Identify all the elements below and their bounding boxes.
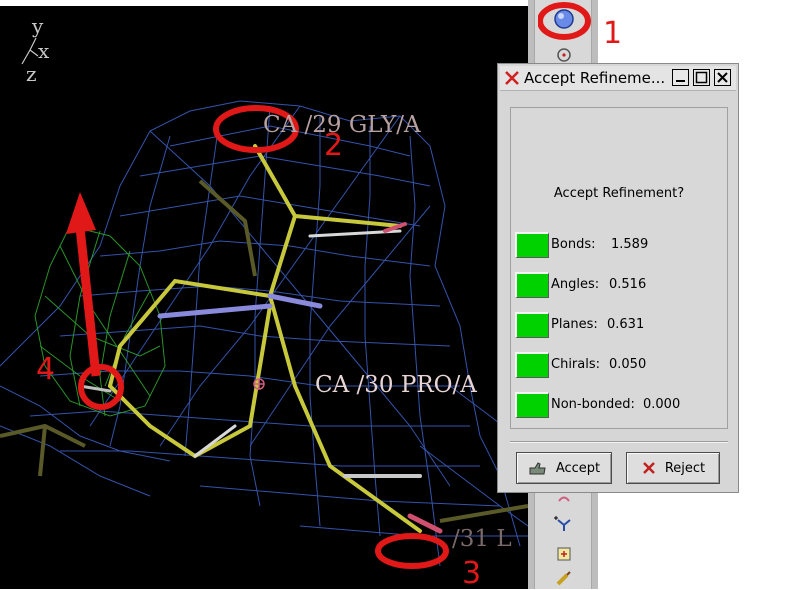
chirals-value: 0.050 (609, 357, 647, 372)
add-atom-tool[interactable] (553, 513, 575, 535)
app-x-icon (505, 71, 519, 85)
axis-y-label: y (32, 14, 44, 38)
angles-value: 0.516 (609, 277, 647, 292)
paint-tool[interactable] (553, 568, 575, 590)
non-bonded-value: 0.000 (643, 397, 681, 412)
residue-sticks (78, 144, 443, 534)
square-plus-icon (557, 547, 571, 561)
maximize-button[interactable] (693, 69, 710, 86)
planes-value: 0.631 (607, 317, 645, 332)
bonds-indicator (515, 232, 549, 258)
reject-button-label: Reject (664, 460, 706, 476)
non-bonded-label: Non-bonded: (551, 397, 635, 412)
thumbs-up-icon (529, 462, 546, 475)
bonds-label: Bonds: (551, 237, 596, 252)
dialog-title: Accept Refineme... (524, 69, 666, 87)
accept-button[interactable]: Accept (516, 452, 612, 484)
planes-indicator (515, 312, 549, 338)
maximize-icon (695, 71, 708, 84)
close-icon (717, 72, 728, 83)
accept-refinement-dialog: Accept Refineme... Accept Refinement? Bo… (497, 63, 739, 493)
axis-gizmo (21, 37, 39, 65)
toolbar-annotation (538, 2, 591, 40)
annotation-1: 1 (603, 16, 623, 51)
reject-button[interactable]: Reject (626, 452, 720, 484)
non-bonded-indicator (515, 392, 549, 418)
target-icon (557, 48, 571, 62)
dialog-question: Accept Refinement? (553, 186, 685, 201)
molecule-viewport[interactable]: y x z CA /29 GLY/A CA /30 PRO/A /31 L 2 … (0, 6, 528, 589)
angles-label: Angles: (551, 277, 600, 292)
dialog-body: Accept Refinement? Bonds: 1.589 Angles: … (510, 107, 728, 487)
annotation-3: 3 (462, 556, 482, 589)
reject-x-icon (642, 462, 655, 474)
accept-button-label: Accept (555, 460, 601, 476)
refinement-stats-panel: Accept Refinement? Bonds: 1.589 Angles: … (510, 107, 728, 429)
angles-indicator (515, 272, 549, 298)
molecule-render (0, 37, 528, 569)
annotation-2: 2 (324, 128, 344, 163)
label-residue-30: CA /30 PRO/A (315, 372, 477, 398)
box-tool[interactable] (553, 543, 575, 565)
minimize-icon (676, 80, 685, 82)
axis-z-label: z (26, 62, 37, 86)
label-residue-31: /31 L (452, 526, 512, 552)
planes-label: Planes: (551, 317, 598, 332)
axis-x-label: x (38, 39, 50, 63)
difference-map-mesh (34, 225, 166, 417)
ellipse-atom-31 (375, 533, 449, 569)
chirals-indicator (515, 352, 549, 378)
dialog-separator (510, 441, 728, 443)
chirals-label: Chirals: (551, 357, 601, 372)
rotation-center-marker (253, 378, 265, 390)
bonds-value: 1.589 (611, 237, 649, 252)
annotation-4: 4 (36, 352, 56, 387)
dialog-titlebar[interactable]: Accept Refineme... (500, 66, 736, 91)
close-button[interactable] (714, 69, 731, 86)
arc-icon (558, 496, 570, 502)
minimize-button[interactable] (672, 69, 689, 86)
brush-icon (556, 571, 571, 586)
red-arrow (66, 192, 101, 377)
molecule-plus-icon (554, 516, 571, 531)
